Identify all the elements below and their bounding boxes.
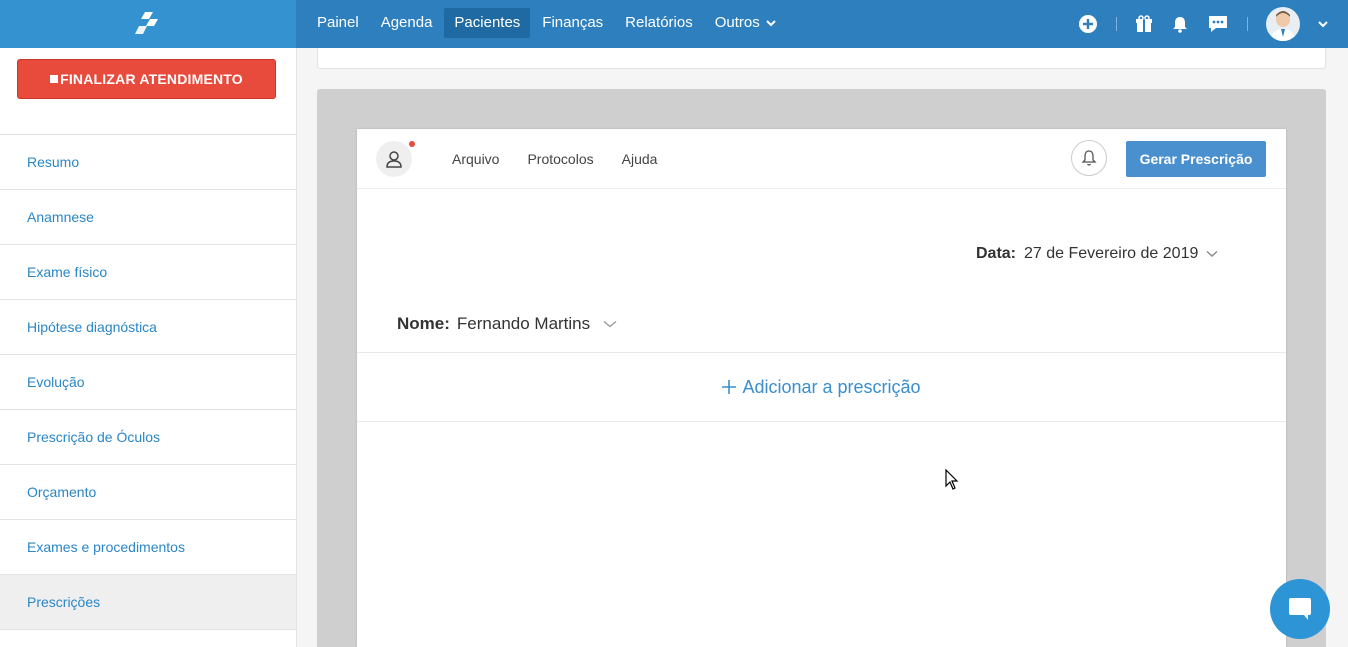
name-label: Nome: — [397, 314, 450, 333]
bell-icon — [1081, 150, 1097, 166]
sidebar-item-hipotese[interactable]: Hipótese diagnóstica — [0, 300, 296, 355]
top-right-actions — [1078, 0, 1328, 48]
nav-agenda[interactable]: Agenda — [371, 8, 443, 38]
avatar[interactable] — [1266, 7, 1300, 41]
nav-label: Finanças — [542, 14, 604, 31]
patient-name-selector[interactable]: Nome: Fernando Martins — [397, 314, 617, 334]
plus-circle-icon[interactable] — [1078, 14, 1098, 34]
support-chat-button[interactable] — [1270, 579, 1330, 639]
add-label: Adicionar a prescrição — [742, 376, 921, 397]
date-value: 27 de Fevereiro de 2019 — [1024, 245, 1199, 262]
nav-pacientes[interactable]: Pacientes — [444, 8, 531, 38]
nav-painel[interactable]: Painel — [307, 8, 369, 38]
menu-arquivo[interactable]: Arquivo — [452, 151, 499, 167]
sidebar-item-label: Exames e procedimentos — [27, 539, 185, 555]
menu-ajuda[interactable]: Ajuda — [622, 151, 658, 167]
prescription-document: Arquivo Protocolos Ajuda Gerar Prescriçã… — [357, 129, 1286, 647]
plus-icon — [722, 380, 737, 394]
user-icon[interactable] — [376, 141, 412, 177]
gift-icon[interactable] — [1135, 15, 1153, 33]
sidebar-menu: Resumo Anamnese Exame físico Hipótese di… — [0, 134, 296, 630]
menu-protocolos[interactable]: Protocolos — [527, 151, 593, 167]
nav-outros[interactable]: Outros — [705, 8, 786, 38]
nav-label: Relatórios — [625, 14, 693, 31]
sidebar-item-prescricoes[interactable]: Prescrições — [0, 575, 296, 630]
nav-label: Agenda — [380, 14, 433, 31]
sidebar-item-label: Anamnese — [27, 209, 94, 225]
divider — [1116, 17, 1117, 31]
patient-name: Fernando Martins — [456, 314, 591, 333]
sidebar-item-anamnese[interactable]: Anamnese — [0, 190, 296, 245]
nav-label: Pacientes — [454, 14, 521, 31]
chevron-down-icon — [766, 20, 776, 27]
mouse-cursor-icon — [945, 469, 959, 490]
sidebar-item-label: Orçamento — [27, 484, 97, 500]
document-toolbar: Arquivo Protocolos Ajuda Gerar Prescriçã… — [357, 129, 1286, 189]
notifications-button[interactable] — [1071, 140, 1107, 176]
stop-icon — [50, 75, 59, 83]
sidebar-item-exames[interactable]: Exames e procedimentos — [0, 520, 296, 575]
sidebar-item-label: Resumo — [27, 154, 80, 170]
chevron-down-icon — [1206, 250, 1218, 257]
document-menu: Arquivo Protocolos Ajuda — [452, 151, 657, 167]
previous-card — [317, 48, 1326, 69]
generate-label: Gerar Prescrição — [1139, 151, 1253, 167]
main-nav: Painel Agenda Pacientes Finanças Relatór… — [307, 8, 786, 38]
chat-bubble-icon — [1289, 598, 1311, 620]
sidebar-item-prescricao-oculos[interactable]: Prescrição de Óculos — [0, 410, 296, 465]
notification-dot — [409, 141, 415, 147]
logo-icon — [135, 12, 158, 34]
sidebar-item-label: Prescrições — [27, 594, 101, 610]
nav-label: Painel — [317, 14, 359, 31]
sidebar-item-label: Hipótese diagnóstica — [27, 319, 157, 335]
generate-prescription-button[interactable]: Gerar Prescrição — [1126, 141, 1266, 177]
chevron-down-icon[interactable] — [1318, 20, 1328, 28]
sidebar-item-label: Exame físico — [27, 264, 108, 280]
date-label: Data: — [976, 245, 1017, 262]
person-icon — [386, 151, 402, 168]
add-to-prescription-button[interactable]: Adicionar a prescrição — [357, 352, 1286, 422]
chevron-down-icon — [603, 320, 617, 328]
sidebar-item-label: Prescrição de Óculos — [27, 429, 161, 445]
date-selector[interactable]: Data: 27 de Fevereiro de 2019 — [976, 245, 1218, 263]
sidebar-item-resumo[interactable]: Resumo — [0, 135, 296, 190]
sidebar-item-label: Evolução — [27, 374, 85, 390]
chat-icon[interactable] — [1207, 14, 1229, 34]
finalize-label: FINALIZAR ATENDIMENTO — [60, 71, 243, 87]
nav-financas[interactable]: Finanças — [532, 8, 613, 38]
nav-relatorios[interactable]: Relatórios — [615, 8, 703, 38]
logo[interactable] — [0, 0, 296, 48]
nav-label: Outros — [714, 14, 760, 31]
sidebar: FINALIZAR ATENDIMENTO Resumo Anamnese Ex… — [0, 48, 297, 647]
user-avatar-icon — [1270, 11, 1296, 41]
finalize-attendance-button[interactable]: FINALIZAR ATENDIMENTO — [17, 59, 276, 99]
sidebar-item-orcamento[interactable]: Orçamento — [0, 465, 296, 520]
divider — [1247, 17, 1248, 31]
bell-icon[interactable] — [1171, 15, 1189, 33]
sidebar-item-evolucao[interactable]: Evolução — [0, 355, 296, 410]
top-navbar: Painel Agenda Pacientes Finanças Relatór… — [0, 0, 1348, 48]
sidebar-item-exame-fisico[interactable]: Exame físico — [0, 245, 296, 300]
